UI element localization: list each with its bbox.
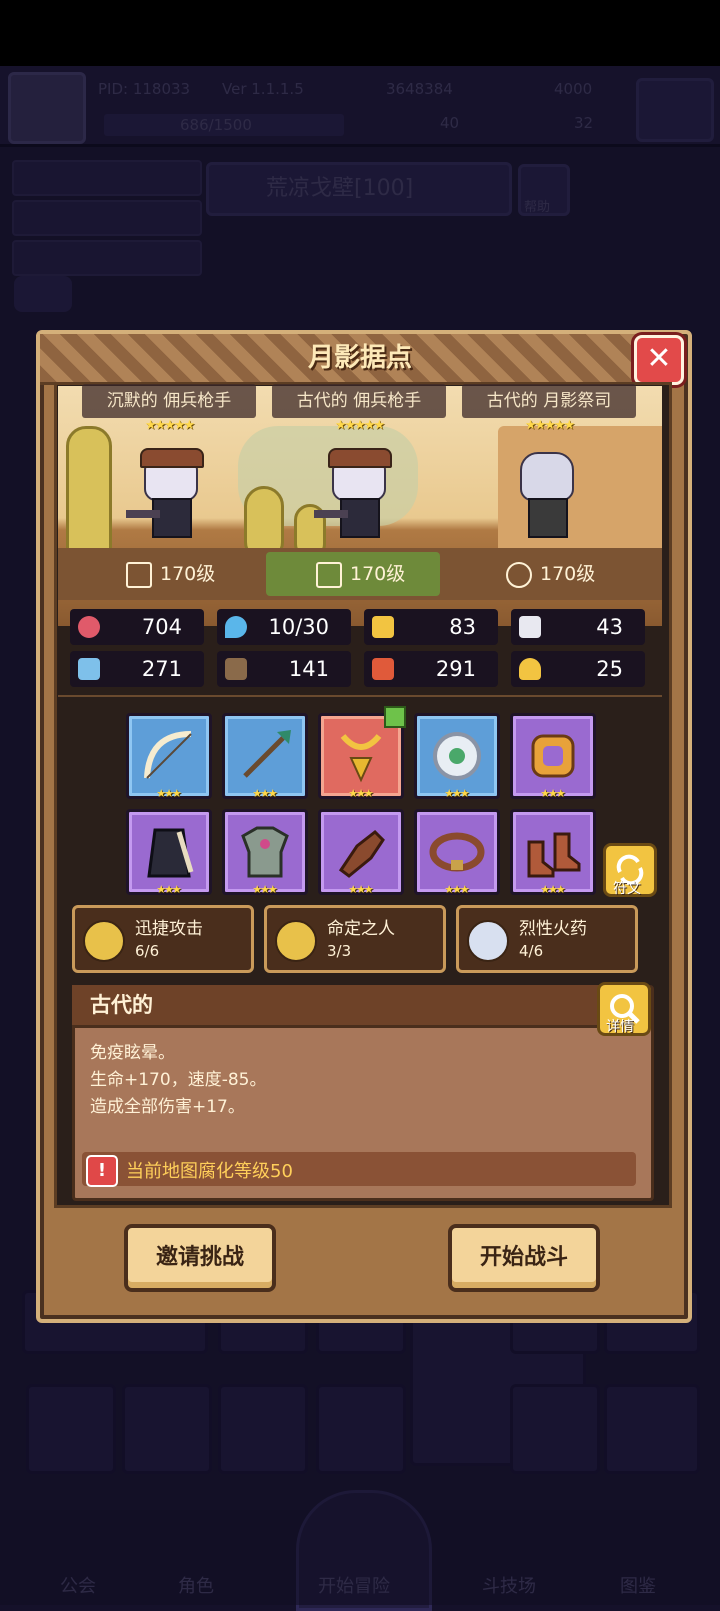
unit-name-1: 沉默的 佣兵枪手 bbox=[82, 384, 256, 418]
cape-icon bbox=[147, 828, 194, 878]
equip-stars: ★★★ bbox=[348, 883, 374, 896]
set-bonus-name: 命定之人 bbox=[327, 919, 395, 939]
stat-magic: 141 bbox=[217, 651, 351, 687]
mercenary-gunner-sprite[interactable] bbox=[126, 448, 204, 547]
arrow-icon bbox=[243, 730, 291, 778]
detail-label: 详情 bbox=[606, 1019, 634, 1035]
book-icon bbox=[225, 658, 247, 680]
fist-icon bbox=[78, 658, 100, 680]
unit-level-label: 170级 bbox=[350, 563, 406, 585]
unit-stars-1: ★★★★★ bbox=[144, 418, 195, 433]
belt-icon bbox=[429, 832, 485, 872]
mercenary-gunner-sprite[interactable] bbox=[314, 448, 392, 547]
stat-attack: 271 bbox=[70, 651, 204, 687]
bow-icon bbox=[144, 731, 192, 779]
horseshoe-icon bbox=[275, 920, 317, 962]
boots-icon bbox=[527, 832, 581, 878]
shield-icon bbox=[372, 616, 394, 638]
stat-value: 10/30 bbox=[268, 615, 329, 639]
staff-class-icon bbox=[506, 561, 532, 588]
equip-stars: ★★★ bbox=[540, 787, 566, 800]
close-button[interactable]: ✕ bbox=[634, 335, 684, 385]
stat-evasion: 43 bbox=[511, 609, 645, 645]
status-bar bbox=[0, 0, 720, 66]
set-bonus-fierce-gunpowder[interactable]: 烈性火药 4/6 bbox=[456, 905, 638, 973]
trait-line: 造成全部伤害+17。 bbox=[90, 1097, 245, 1117]
mana-drop-icon bbox=[225, 616, 247, 638]
equip-stars: ★★★ bbox=[156, 787, 182, 800]
equip-stars: ★★★ bbox=[444, 883, 470, 896]
set-bonus-count: 4/6 bbox=[519, 942, 544, 960]
stat-value: 291 bbox=[435, 657, 476, 681]
trait-line: 免疫眩晕。 bbox=[90, 1043, 175, 1063]
unit-stars-3: ★★★★★ bbox=[524, 418, 575, 433]
corruption-text: 当前地图腐化等级50 bbox=[126, 1161, 293, 1182]
horseshoe-icon bbox=[519, 658, 541, 680]
bow-class-icon bbox=[126, 561, 152, 588]
divider bbox=[58, 695, 662, 697]
orb-icon bbox=[467, 920, 509, 962]
unit-name-3: 古代的 月影祭司 bbox=[462, 384, 636, 418]
stat-value: 271 bbox=[141, 657, 182, 681]
unit-level-1[interactable]: 170级 bbox=[126, 548, 215, 600]
stat-value: 43 bbox=[596, 615, 623, 639]
bow-class-icon bbox=[316, 561, 342, 588]
glove-icon bbox=[338, 830, 385, 878]
trait-header bbox=[72, 985, 648, 1028]
set-bonus-count: 6/6 bbox=[135, 942, 160, 960]
stat-value: 141 bbox=[288, 657, 329, 681]
equip-stars: ★★★ bbox=[252, 883, 278, 896]
set-bonus-swift-attack[interactable]: 迅捷攻击 6/6 bbox=[72, 905, 254, 973]
set-bonus-destined-one[interactable]: 命定之人 3/3 bbox=[264, 905, 446, 973]
armor-icon bbox=[241, 826, 289, 878]
ring-gem-icon bbox=[433, 732, 481, 780]
stat-luck: 25 bbox=[511, 651, 645, 687]
moonshadow-priest-sprite[interactable] bbox=[510, 452, 580, 547]
equip-stars: ★★★ bbox=[444, 787, 470, 800]
stat-hp: 704 bbox=[70, 609, 204, 645]
unit-stars-2: ★★★★★ bbox=[334, 418, 385, 433]
trait-line: 生命+170，速度-85。 bbox=[90, 1070, 267, 1090]
stat-mana: 10/30 bbox=[217, 609, 351, 645]
dialog-title: 月影据点 bbox=[307, 343, 412, 373]
trait-title: 古代的 bbox=[90, 993, 153, 1017]
equip-stars: ★★★ bbox=[348, 787, 374, 800]
invite-challenge-button[interactable]: 邀请挑战 bbox=[124, 1224, 276, 1292]
ring-icon bbox=[531, 734, 575, 778]
equip-stars: ★★★ bbox=[156, 883, 182, 896]
unit-name-2: 古代的 佣兵枪手 bbox=[272, 384, 446, 418]
wing-icon bbox=[519, 616, 541, 638]
equip-stars: ★★★ bbox=[252, 787, 278, 800]
boot-icon bbox=[372, 658, 394, 680]
set-bonus-name: 烈性火药 bbox=[519, 919, 587, 939]
set-bonus-name: 迅捷攻击 bbox=[135, 919, 203, 939]
set-bonus-count: 3/3 bbox=[327, 942, 352, 960]
close-icon: ✕ bbox=[646, 341, 672, 376]
stat-defense: 83 bbox=[364, 609, 498, 645]
unit-level-2[interactable]: 170级 bbox=[316, 548, 405, 600]
unit-level-label: 170级 bbox=[160, 563, 216, 585]
unit-level-3[interactable]: 170级 bbox=[506, 548, 595, 600]
stat-value: 25 bbox=[596, 657, 623, 681]
heart-icon bbox=[78, 616, 100, 638]
upgrade-arrow-icon bbox=[384, 706, 406, 728]
warning-icon: ! bbox=[86, 1155, 118, 1187]
equip-stars: ★★★ bbox=[540, 883, 566, 896]
stat-value: 704 bbox=[141, 615, 182, 639]
unit-level-label: 170级 bbox=[540, 563, 596, 585]
start-battle-button[interactable]: 开始战斗 bbox=[448, 1224, 600, 1292]
rune-label: 符文 bbox=[613, 881, 641, 897]
lightning-icon bbox=[83, 920, 125, 962]
amulet-icon bbox=[340, 733, 382, 783]
stat-speed: 291 bbox=[364, 651, 498, 687]
stat-value: 83 bbox=[449, 615, 476, 639]
